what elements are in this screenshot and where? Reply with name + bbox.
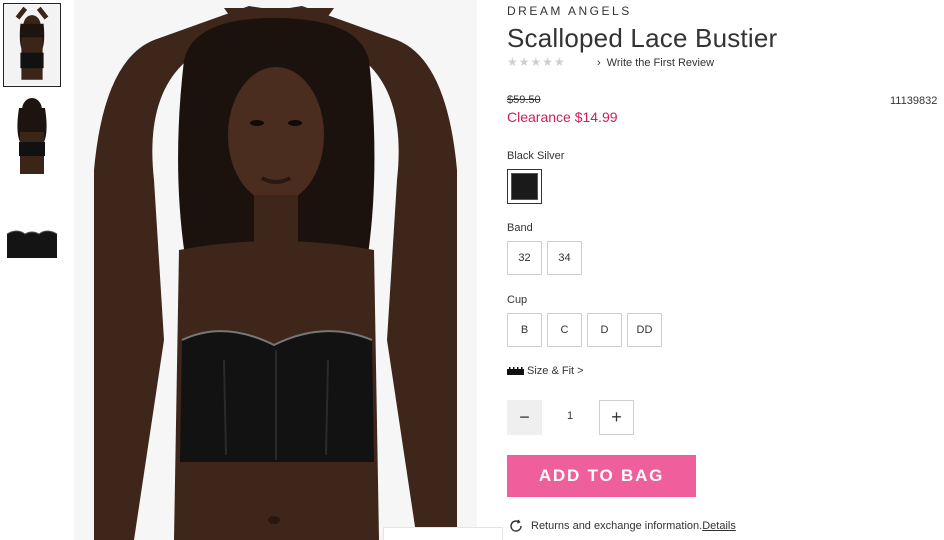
returns-details-link[interactable]: Details — [702, 520, 736, 532]
color-swatch-black-silver[interactable] — [507, 169, 542, 204]
model-back-thumbnail-icon — [3, 94, 61, 178]
color-label: Black Silver — [507, 150, 565, 162]
model-photo-icon — [74, 0, 477, 540]
quantity-value[interactable]: 1 — [550, 410, 590, 422]
cup-option-b[interactable]: B — [507, 313, 542, 347]
rating-stars: ★★★★★ — [507, 55, 566, 69]
band-option-34[interactable]: 34 — [547, 241, 582, 275]
clearance-price: Clearance $14.99 — [507, 109, 618, 125]
thumbnail-front[interactable] — [3, 3, 61, 87]
quantity-increase-button[interactable]: + — [599, 400, 634, 435]
image-overlay-box — [383, 527, 503, 540]
add-to-bag-button[interactable]: ADD TO BAG — [507, 455, 696, 497]
brand-name: DREAM ANGELS — [507, 4, 632, 18]
write-review-label: Write the First Review — [606, 57, 715, 69]
write-review-link[interactable]: › Write the First Review — [597, 57, 714, 69]
thumbnail-product[interactable] — [3, 200, 61, 270]
band-option-32[interactable]: 32 — [507, 241, 542, 275]
returns-info: Returns and exchange information.Details — [509, 519, 736, 533]
chevron-right-icon: › — [597, 57, 601, 69]
cup-option-dd[interactable]: DD — [627, 313, 662, 347]
cup-option-c[interactable]: C — [547, 313, 582, 347]
size-fit-label: Size & Fit — [527, 365, 575, 377]
chevron-right-icon: > — [577, 365, 584, 377]
size-fit-link[interactable]: Size & Fit > — [507, 365, 584, 377]
ruler-icon — [507, 367, 524, 375]
quantity-decrease-button[interactable]: − — [507, 400, 542, 435]
returns-text: Returns and exchange information. — [531, 520, 703, 532]
refresh-icon — [509, 519, 523, 533]
product-sku: 11139832 — [890, 95, 938, 107]
thumbnail-back[interactable] — [3, 94, 61, 178]
cup-option-d[interactable]: D — [587, 313, 622, 347]
original-price: $59.50 — [507, 94, 541, 106]
cup-label: Cup — [507, 294, 528, 306]
swatch-fill — [511, 173, 538, 200]
main-product-image[interactable] — [74, 0, 477, 540]
model-front-thumbnail-icon — [4, 4, 60, 86]
product-flat-thumbnail-icon — [3, 200, 61, 270]
band-label: Band — [507, 222, 533, 234]
product-title: Scalloped Lace Bustier — [507, 23, 778, 53]
